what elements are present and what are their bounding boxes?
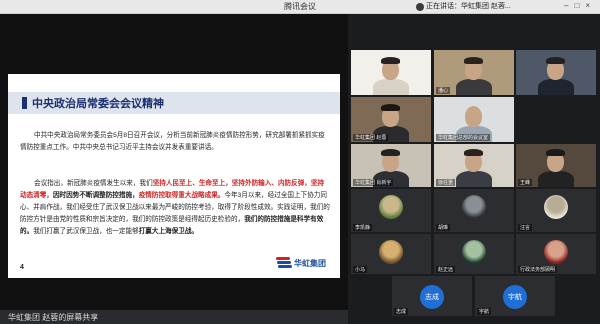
close-icon[interactable]: × <box>585 1 596 10</box>
avatar <box>379 240 403 264</box>
slide-paragraph-2: 会议指出，新冠肺炎疫情发生以来，我们坚持人民至上、生命至上，坚持外防输入、内防反… <box>20 178 330 238</box>
participant-name: 志成 <box>394 308 409 315</box>
share-status-bar: 华虹集团 赵蓉的屏幕共享 <box>0 310 348 324</box>
participant-name: 王峰 <box>518 179 533 186</box>
participant-tile[interactable]: 赵正远 <box>434 234 514 274</box>
bold-run: 因时因势不断调整防控措施， <box>52 192 139 199</box>
heading-accent-bar <box>22 97 27 109</box>
participant-tile[interactable]: 华虹集团 肖新宇 <box>351 144 431 187</box>
participant-tile[interactable]: 潘心 <box>434 50 514 95</box>
participant-name: 华虹集团 肖新宇 <box>353 179 394 186</box>
video-feed <box>351 50 431 95</box>
slide-paragraph-1: 中共中央政治局常务委员会5月8日召开会议，分析当前新冠肺炎疫情防控形势，研究部署… <box>20 132 325 151</box>
participant-grid: 潘心华虹集团 赵蓉 华虹集团总部的会议室华虹集团 肖新宇 徐任重 王峰李凯静 胡琳 汪言小… <box>348 14 600 324</box>
avatar-initials: 宇航 <box>503 285 527 309</box>
presentation-slide: 中央政治局常委会会议精神 中共中央政治局常务委员会5月8日召开会议，分析当前新冠… <box>8 74 340 278</box>
window-titlebar: 腾讯会议 正在讲话：华虹集团 赵蓉... –□× <box>0 0 600 14</box>
text-run: 会议指出，新冠肺炎疫情发生以来，我们 <box>34 180 153 187</box>
participant-name: 行政法务部顾明 <box>518 266 558 273</box>
logo-mark-icon <box>276 257 292 269</box>
minimize-icon[interactable]: – <box>564 1 574 10</box>
avatar <box>544 195 568 219</box>
participant-name: 小马 <box>353 266 368 273</box>
highlight-run: 疫情防控取得重大战略成果。 <box>138 192 225 199</box>
participant-name: 胡琳 <box>436 224 451 231</box>
participant-name: 李凯静 <box>353 224 373 231</box>
participant-name: 华虹集团 赵蓉 <box>353 134 389 141</box>
avatar <box>462 195 486 219</box>
participant-tile[interactable]: 李凯静 <box>351 189 431 232</box>
share-label: 华虹集团 赵蓉的屏幕共享 <box>8 313 99 322</box>
participant-name: 徐任重 <box>436 179 456 186</box>
participant-name: 华虹集团总部的会议室 <box>436 134 491 141</box>
participant-tile[interactable] <box>516 50 596 95</box>
participant-name: 汪言 <box>518 224 533 231</box>
participant-tile[interactable]: 华虹集团总部的会议室 <box>434 97 514 142</box>
participant-name: 赵正远 <box>436 266 456 273</box>
slide-page-number: 4 <box>20 264 24 271</box>
participant-tile[interactable]: 小马 <box>351 234 431 274</box>
logo-text: 华虹集团 <box>294 258 326 268</box>
video-feed <box>516 50 596 95</box>
participant-tile[interactable] <box>351 50 431 95</box>
participant-tile[interactable]: 胡琳 <box>434 189 514 232</box>
participant-tile[interactable]: 宇航 宇航 <box>475 276 555 316</box>
avatar <box>379 195 403 219</box>
company-logo: 华虹集团 <box>276 257 326 269</box>
participant-name: 宇航 <box>477 308 492 315</box>
text-run: 我们打赢了武汉保卫战，也一定能够 <box>33 228 139 235</box>
participant-tile[interactable]: 王峰 <box>516 144 596 187</box>
participant-tile[interactable]: 华虹集团 赵蓉 <box>351 97 431 142</box>
participant-tile[interactable]: 徐任重 <box>434 144 514 187</box>
speaker-avatar-icon <box>416 3 424 11</box>
screen-share-view: 中央政治局常委会会议精神 中共中央政治局常务委员会5月8日召开会议，分析当前新冠… <box>0 14 348 310</box>
participant-name: 潘心 <box>436 87 451 94</box>
maximize-icon[interactable]: □ <box>574 1 585 10</box>
slide-heading: 中央政治局常委会会议精神 <box>32 98 164 110</box>
avatar <box>544 240 568 264</box>
participant-tile[interactable]: 汪言 <box>516 189 596 232</box>
speaking-indicator: 正在讲话：华虹集团 赵蓉... <box>426 3 511 10</box>
participant-tile[interactable]: 行政法务部顾明 <box>516 234 596 274</box>
window-controls[interactable]: –□× <box>564 1 596 10</box>
avatar <box>462 240 486 264</box>
bold-run: 打赢大上海保卫战。 <box>138 228 199 235</box>
participant-tile[interactable]: 志成 志成 <box>392 276 472 316</box>
avatar-initials: 志成 <box>420 285 444 309</box>
